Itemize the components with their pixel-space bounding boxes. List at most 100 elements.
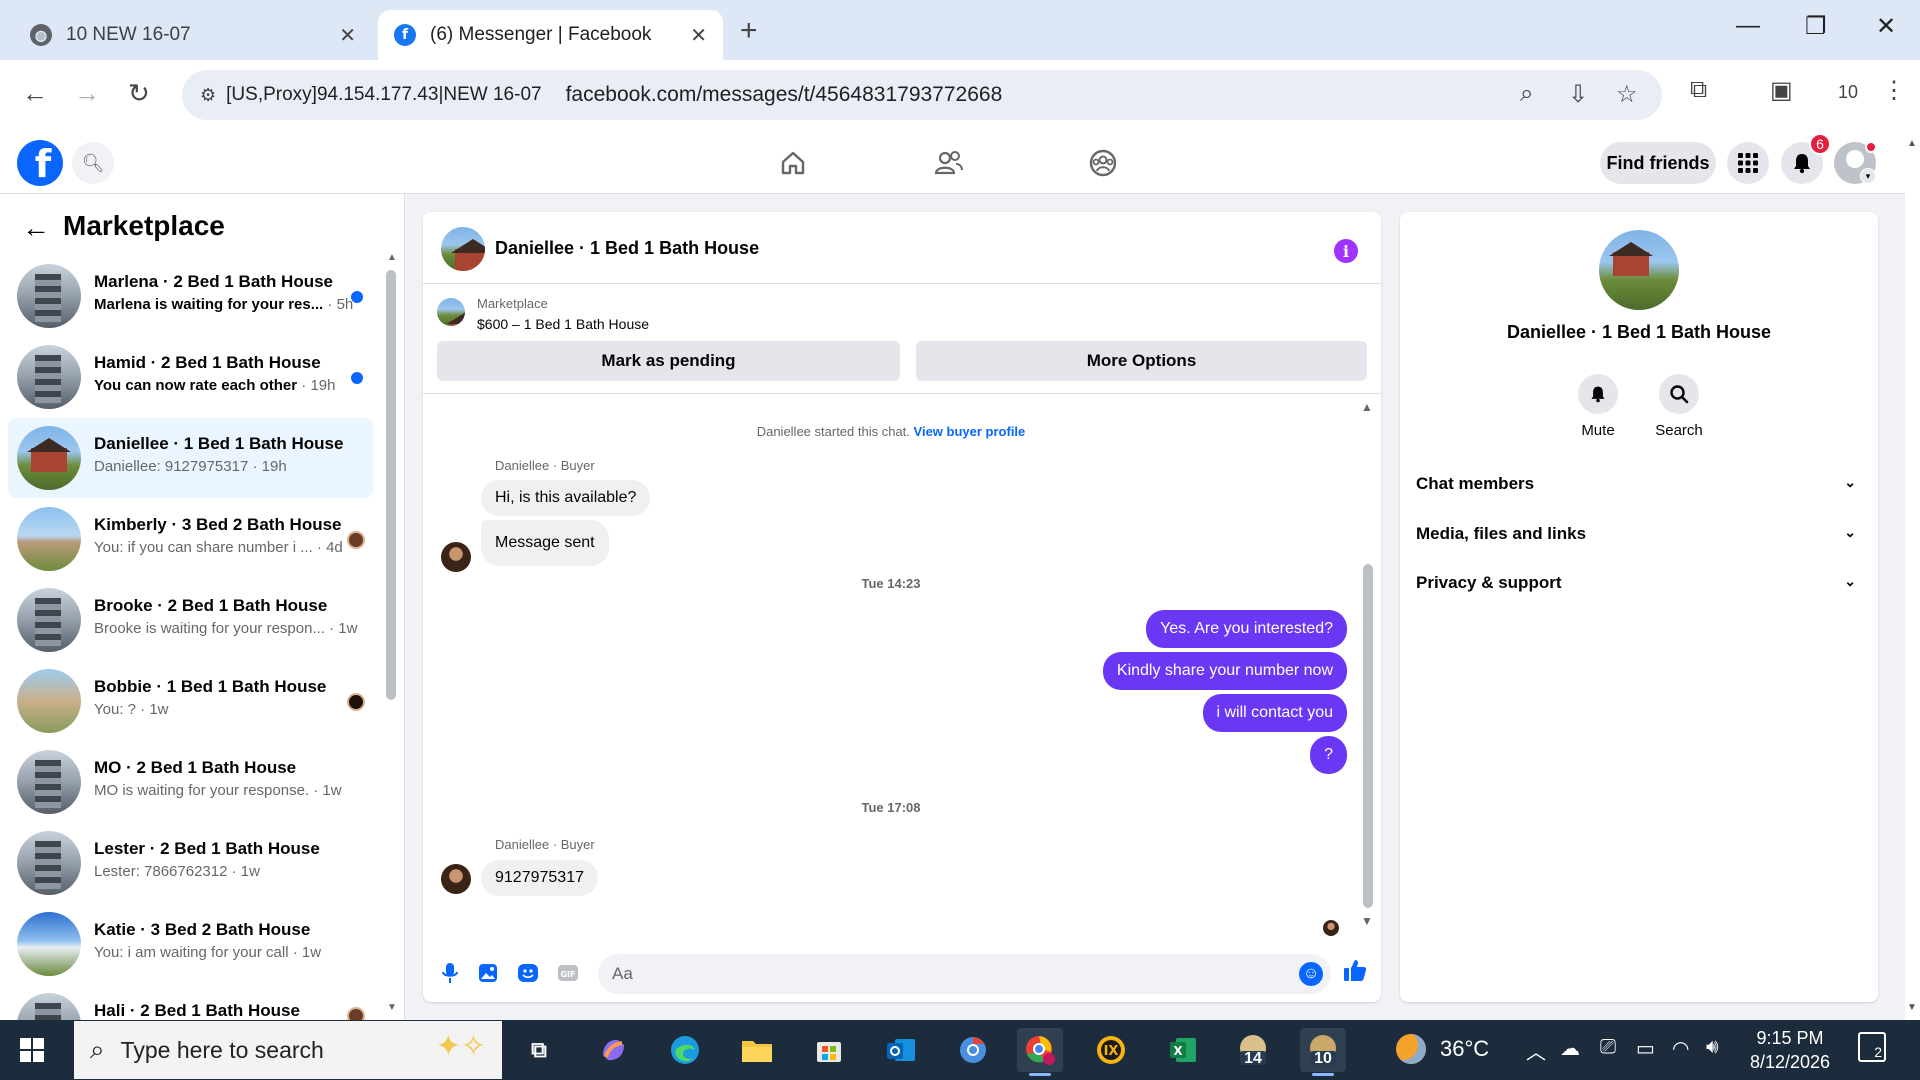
back-icon[interactable]: ← <box>22 78 48 109</box>
view-buyer-profile-link[interactable]: View buyer profile <box>914 424 1026 439</box>
kebab-menu-icon[interactable]: ⋮ <box>1882 76 1906 105</box>
weather-widget[interactable]: 36°C <box>1396 1034 1489 1064</box>
new-tab-icon[interactable]: + <box>740 14 758 48</box>
minimize-icon[interactable]: — <box>1736 12 1760 40</box>
conversation-item[interactable]: Kimberly · 3 Bed 2 Bath House You: if yo… <box>8 499 373 579</box>
taskbar-search-box[interactable]: ⌕ Type here to search ✦✧ <box>74 1021 502 1079</box>
gif-icon[interactable]: GIF <box>555 960 581 986</box>
search-icon[interactable]: 🔍︎ <box>72 142 114 184</box>
chevron-down-icon[interactable]: ⌄ <box>1844 524 1856 541</box>
browser-tab-2[interactable]: f (6) Messenger | Facebook ✕ <box>378 10 723 60</box>
zoom-icon[interactable]: ⌕ <box>1520 80 1533 108</box>
conversation-item[interactable]: Lester · 2 Bed 1 Bath House Lester: 7866… <box>8 823 373 903</box>
listing-thumbnail[interactable] <box>437 298 465 326</box>
media-files-links-section[interactable]: Media, files and links ⌄ <box>1416 524 1866 544</box>
chat-title[interactable]: Daniellee · 1 Bed 1 Bath House <box>495 238 759 259</box>
sender-avatar[interactable] <box>441 864 471 894</box>
more-options-button[interactable]: More Options <box>916 341 1367 381</box>
ix-browser-icon[interactable]: IX <box>1088 1028 1134 1072</box>
chevron-down-icon[interactable]: ⌄ <box>1844 573 1856 590</box>
chat-avatar[interactable] <box>441 227 485 271</box>
meet-now-icon[interactable]: ⎚ <box>1600 1036 1616 1059</box>
page-scrollbar[interactable]: ▲ ▼ <box>1905 130 1920 1020</box>
extensions-icon[interactable]: ⧉ <box>1690 76 1707 104</box>
info-icon[interactable]: i <box>1334 239 1358 263</box>
close-tab-icon[interactable]: ✕ <box>339 23 356 48</box>
tab-search-icon[interactable]: ▣ <box>1770 76 1793 105</box>
conversation-item[interactable]: MO · 2 Bed 1 Bath House MO is waiting fo… <box>8 742 373 822</box>
bell-icon[interactable] <box>1578 374 1618 414</box>
conversation-item[interactable]: Hamid · 2 Bed 1 Bath House You can now r… <box>8 337 373 417</box>
search-icon[interactable] <box>1659 374 1699 414</box>
app-badge-14-icon[interactable]: 14 <box>1230 1028 1276 1072</box>
outlook-icon[interactable] <box>878 1028 924 1072</box>
groups-icon[interactable] <box>1083 144 1123 182</box>
listing-price-title[interactable]: $600 – 1 Bed 1 Bath House <box>477 316 649 332</box>
conversation-item-active[interactable]: Daniellee · 1 Bed 1 Bath House Daniellee… <box>8 418 373 498</box>
windows-start-icon[interactable] <box>20 1038 44 1062</box>
scrollbar-thumb[interactable] <box>386 270 396 700</box>
onedrive-icon[interactable]: ☁ <box>1560 1036 1580 1061</box>
friends-icon[interactable] <box>929 144 969 182</box>
wifi-icon[interactable]: ◠ <box>1672 1036 1689 1061</box>
chrome-profile-icon[interactable] <box>1017 1028 1063 1076</box>
notification-center-icon[interactable]: 2 <box>1858 1032 1886 1062</box>
privacy-support-section[interactable]: Privacy & support ⌄ <box>1416 573 1866 593</box>
reload-icon[interactable]: ↻ <box>128 78 150 109</box>
microphone-icon[interactable] <box>437 960 463 986</box>
chat-members-section[interactable]: Chat members ⌄ <box>1416 474 1866 494</box>
browser-tab-1[interactable]: ◍ 10 NEW 16-07 ✕ <box>14 10 372 60</box>
scroll-up-icon[interactable]: ▲ <box>1907 138 1917 149</box>
system-clock[interactable]: 9:15 PM 8/12/2026 <box>1735 1026 1845 1074</box>
sticker-icon[interactable] <box>515 960 541 986</box>
thumbs-up-icon[interactable] <box>1343 958 1367 989</box>
conversation-item[interactable]: Brooke · 2 Bed 1 Bath House Brooke is wa… <box>8 580 373 660</box>
scroll-down-icon[interactable]: ▼ <box>1361 914 1373 928</box>
excel-icon[interactable]: X <box>1160 1028 1206 1072</box>
chevron-up-icon[interactable]: ︿ <box>1526 1036 1546 1065</box>
app-badge-10-icon[interactable]: 10 <box>1300 1028 1346 1076</box>
menu-grid-icon[interactable] <box>1727 142 1769 184</box>
home-icon[interactable] <box>773 144 813 182</box>
photo-icon[interactable] <box>475 960 501 986</box>
forward-icon[interactable]: → <box>74 78 100 109</box>
close-tab-icon[interactable]: ✕ <box>690 23 707 48</box>
mark-as-pending-button[interactable]: Mark as pending <box>437 341 900 381</box>
chevron-down-icon[interactable]: ▾ <box>1860 168 1876 184</box>
scroll-down-icon[interactable]: ▼ <box>387 1002 397 1013</box>
volume-icon[interactable]: 🔊︎ <box>1706 1036 1719 1059</box>
install-app-icon[interactable]: ⇩ <box>1568 80 1588 109</box>
conversation-item[interactable]: Hali · 2 Bed 1 Bath House <box>8 985 373 1020</box>
chevron-down-icon[interactable]: ⌄ <box>1844 474 1856 491</box>
microsoft-store-icon[interactable] <box>806 1028 852 1072</box>
facebook-logo-icon[interactable]: f <box>17 140 63 186</box>
bookmark-star-icon[interactable]: ☆ <box>1616 80 1638 109</box>
scroll-down-icon[interactable]: ▼ <box>1907 1002 1917 1013</box>
search-action[interactable]: Search <box>1639 374 1719 439</box>
address-bar[interactable]: ⚙ [US,Proxy]94.154.177.43|NEW 16-07 face… <box>182 70 1662 120</box>
sender-avatar[interactable] <box>441 542 471 572</box>
message-input[interactable]: Aa <box>598 954 1331 994</box>
edge-icon[interactable] <box>662 1028 708 1072</box>
conversation-item[interactable]: Marlena · 2 Bed 1 Bath House Marlena is … <box>8 256 373 336</box>
conversation-item[interactable]: Katie · 3 Bed 2 Bath House You: i am wai… <box>8 904 373 984</box>
url-text[interactable]: facebook.com/messages/t/4564831793772668 <box>566 83 1003 107</box>
info-avatar[interactable] <box>1599 230 1679 310</box>
conversation-item[interactable]: Bobbie · 1 Bed 1 Bath House You: ? · 1w <box>8 661 373 741</box>
restore-icon[interactable]: ❐ <box>1805 12 1827 41</box>
chrome-icon[interactable] <box>950 1028 996 1072</box>
scroll-up-icon[interactable]: ▲ <box>1361 400 1373 414</box>
task-view-icon[interactable]: ⧉ <box>516 1028 562 1072</box>
mute-action[interactable]: Mute <box>1558 374 1638 439</box>
find-friends-button[interactable]: Find friends <box>1600 142 1716 184</box>
file-explorer-icon[interactable] <box>734 1028 780 1072</box>
close-window-icon[interactable]: ✕ <box>1876 12 1896 41</box>
profile-count[interactable]: 10 <box>1838 82 1858 103</box>
arrow-left-icon[interactable]: ← <box>22 212 50 244</box>
site-settings-icon[interactable]: ⚙ <box>200 85 216 106</box>
battery-icon[interactable]: ▭ <box>1636 1036 1655 1061</box>
list-scrollbar[interactable] <box>386 254 396 704</box>
copilot-icon[interactable] <box>590 1028 636 1072</box>
emoji-icon[interactable]: ☺ <box>1299 962 1323 986</box>
scrollbar-thumb[interactable] <box>1363 564 1373 908</box>
